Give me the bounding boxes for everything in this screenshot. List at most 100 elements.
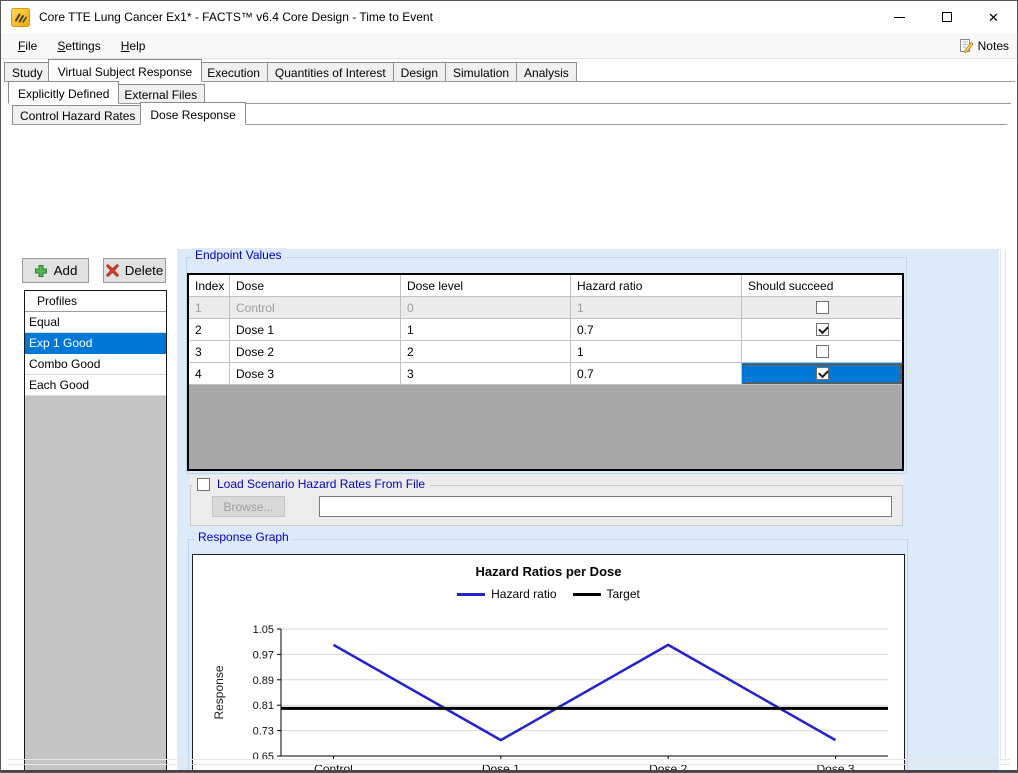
title-bar: Core TTE Lung Cancer Ex1* - FACTS™ v6.4 … bbox=[1, 1, 1017, 33]
menu-help[interactable]: Help bbox=[111, 34, 156, 58]
svg-text:0.65: 0.65 bbox=[253, 751, 274, 763]
profile-item-each-good[interactable]: Each Good bbox=[25, 375, 166, 396]
cell-hazard_ratio[interactable]: 0.7 bbox=[571, 363, 742, 385]
cell-dose_level[interactable]: 2 bbox=[401, 341, 571, 363]
profile-item-combo-good[interactable]: Combo Good bbox=[25, 354, 166, 375]
should-succeed-checkbox[interactable] bbox=[816, 367, 829, 380]
load-scenario-group: Load Scenario Hazard Rates From File Bro… bbox=[190, 475, 903, 526]
cell-should-succeed[interactable] bbox=[742, 297, 902, 319]
endpoint-table-rows: 1Control012Dose 110.73Dose 2214Dose 330.… bbox=[189, 297, 902, 385]
tab-design[interactable]: Design bbox=[393, 62, 446, 81]
add-plus-icon bbox=[34, 264, 48, 278]
tab-control-hazard-rates[interactable]: Control Hazard Rates bbox=[12, 105, 143, 124]
svg-text:Response: Response bbox=[212, 665, 226, 719]
cell-dose[interactable]: Dose 2 bbox=[230, 341, 401, 363]
legend-item-target: Target bbox=[573, 587, 640, 601]
notes-icon bbox=[958, 38, 974, 54]
tab-quantities-of-interest[interactable]: Quantities of Interest bbox=[267, 62, 394, 81]
should-succeed-checkbox[interactable] bbox=[816, 301, 829, 314]
maximize-button[interactable] bbox=[923, 1, 970, 33]
chart-legend: Hazard ratio Target bbox=[193, 587, 904, 601]
profiles-list: Profiles EqualExp 1 GoodCombo GoodEach G… bbox=[24, 290, 167, 773]
legend-swatch-target bbox=[573, 593, 601, 596]
menu-file[interactable]: File bbox=[8, 34, 47, 58]
cell-hazard_ratio[interactable]: 0.7 bbox=[571, 319, 742, 341]
profile-item-exp-1-good[interactable]: Exp 1 Good bbox=[25, 333, 166, 354]
add-button[interactable]: Add bbox=[22, 258, 89, 283]
endpoint-table-header: IndexDoseDose levelHazard ratioShould su… bbox=[189, 275, 902, 297]
minimize-icon bbox=[894, 17, 905, 18]
should-succeed-checkbox[interactable] bbox=[816, 323, 829, 336]
legend-label-hazard-ratio: Hazard ratio bbox=[491, 587, 556, 601]
column-header-index[interactable]: Index bbox=[189, 275, 230, 297]
cell-index[interactable]: 1 bbox=[189, 297, 230, 319]
browse-button[interactable]: Browse... bbox=[212, 496, 285, 517]
svg-text:0.97: 0.97 bbox=[253, 649, 274, 661]
cell-hazard_ratio[interactable]: 1 bbox=[571, 341, 742, 363]
cell-hazard_ratio[interactable]: 1 bbox=[571, 297, 742, 319]
notes-button[interactable]: Notes bbox=[958, 33, 1009, 59]
response-chart: 0.650.730.810.890.971.05ControlDose 1Dos… bbox=[193, 613, 906, 773]
cell-index[interactable]: 4 bbox=[189, 363, 230, 385]
cell-dose_level[interactable]: 3 bbox=[401, 363, 571, 385]
minimize-button[interactable] bbox=[876, 1, 923, 33]
endpoint-table-filler bbox=[189, 385, 902, 469]
tabstrip-hazard: Control Hazard RatesDose Response bbox=[12, 104, 1007, 125]
tab-study[interactable]: Study bbox=[4, 62, 51, 81]
table-row: 4Dose 330.7 bbox=[189, 363, 902, 385]
dose-response-page: Add Delete Profiles EqualExp 1 GoodCombo… bbox=[2, 125, 1016, 769]
cell-index[interactable]: 2 bbox=[189, 319, 230, 341]
tabstrip-main: StudyVirtual Subject ResponseExecutionQu… bbox=[4, 59, 1015, 82]
legend-swatch-hazard-ratio bbox=[457, 593, 485, 596]
table-row: 1Control01 bbox=[189, 297, 902, 319]
tab-analysis[interactable]: Analysis bbox=[516, 62, 577, 81]
delete-x-icon bbox=[106, 264, 119, 277]
tab-dose-response[interactable]: Dose Response bbox=[140, 102, 245, 125]
cell-dose[interactable]: Dose 3 bbox=[230, 363, 401, 385]
endpoint-values-group-label: Endpoint Values bbox=[191, 248, 286, 262]
delete-button[interactable]: Delete bbox=[103, 258, 166, 283]
cell-dose[interactable]: Dose 1 bbox=[230, 319, 401, 341]
legend-item-hazard-ratio: Hazard ratio bbox=[457, 587, 556, 601]
column-header-dose-level[interactable]: Dose level bbox=[401, 275, 571, 297]
column-header-dose[interactable]: Dose bbox=[230, 275, 401, 297]
tab-simulation[interactable]: Simulation bbox=[445, 62, 517, 81]
delete-label: Delete bbox=[125, 263, 164, 278]
add-label: Add bbox=[54, 263, 78, 278]
scenario-panel: Endpoint Values IndexDoseDose levelHazar… bbox=[177, 249, 999, 773]
column-header-should-succeed[interactable]: Should succeed bbox=[742, 275, 902, 297]
file-path-input[interactable] bbox=[319, 496, 892, 517]
table-row: 2Dose 110.7 bbox=[189, 319, 902, 341]
load-scenario-checkbox[interactable] bbox=[197, 478, 210, 491]
cell-should-succeed[interactable] bbox=[742, 341, 902, 363]
profiles-header: Profiles bbox=[25, 291, 166, 312]
cell-dose_level[interactable]: 1 bbox=[401, 319, 571, 341]
cell-index[interactable]: 3 bbox=[189, 341, 230, 363]
tabstrip-response: Explicitly DefinedExternal Files bbox=[8, 82, 1011, 104]
tab-external-files[interactable]: External Files bbox=[116, 84, 205, 103]
cell-dose[interactable]: Control bbox=[230, 297, 401, 319]
chart-title: Hazard Ratios per Dose bbox=[193, 564, 904, 579]
tab-execution[interactable]: Execution bbox=[199, 62, 268, 81]
profile-item-equal[interactable]: Equal bbox=[25, 312, 166, 333]
endpoint-table: IndexDoseDose levelHazard ratioShould su… bbox=[187, 273, 904, 471]
cell-dose_level[interactable]: 0 bbox=[401, 297, 571, 319]
tab-virtual-subject-response[interactable]: Virtual Subject Response bbox=[48, 59, 203, 82]
notes-label: Notes bbox=[978, 39, 1009, 53]
legend-label-target: Target bbox=[607, 587, 640, 601]
svg-text:0.73: 0.73 bbox=[253, 726, 274, 738]
menu-settings[interactable]: Settings bbox=[47, 34, 110, 58]
cell-should-succeed[interactable] bbox=[742, 319, 902, 341]
column-header-hazard-ratio[interactable]: Hazard ratio bbox=[571, 275, 742, 297]
profiles-filler bbox=[25, 396, 166, 772]
tab-explicitly-defined[interactable]: Explicitly Defined bbox=[8, 81, 119, 104]
close-button[interactable]: ✕ bbox=[970, 1, 1017, 33]
svg-text:0.89: 0.89 bbox=[253, 675, 274, 687]
cell-should-succeed[interactable] bbox=[742, 363, 902, 385]
load-scenario-label: Load Scenario Hazard Rates From File bbox=[217, 477, 425, 491]
svg-text:1.05: 1.05 bbox=[253, 624, 274, 636]
should-succeed-checkbox[interactable] bbox=[816, 345, 829, 358]
table-row: 3Dose 221 bbox=[189, 341, 902, 363]
response-graph-group-label: Response Graph bbox=[194, 530, 293, 544]
maximize-icon bbox=[942, 12, 952, 22]
